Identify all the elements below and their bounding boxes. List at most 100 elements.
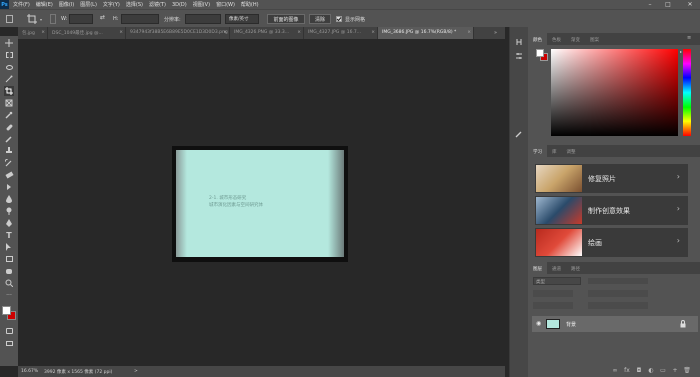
magic-wand-icon[interactable]: [4, 74, 14, 84]
tab-document-3[interactable]: 9347943f38B5E6B89E5D0CE1D3D0D3.png ×: [126, 27, 230, 39]
chevron-down-icon[interactable]: ▾: [40, 17, 42, 22]
more-tools-icon[interactable]: ···: [4, 290, 14, 300]
tab-color[interactable]: 颜色: [528, 33, 547, 45]
tab-learn[interactable]: 学习: [528, 145, 547, 157]
hue-slider[interactable]: [683, 49, 691, 136]
tab-layers[interactable]: 图层: [528, 262, 547, 274]
menu-select[interactable]: 选择(S): [126, 1, 143, 8]
layer-filter-select[interactable]: 类型: [533, 277, 581, 285]
menu-window[interactable]: 窗口(W): [216, 1, 235, 8]
learn-card-fix-photo[interactable]: 修复照片 ›: [535, 164, 688, 193]
resolution-input[interactable]: [185, 14, 221, 24]
menu-3d[interactable]: 3D(D): [172, 2, 187, 8]
unit-select[interactable]: 像素/英寸: [225, 14, 259, 24]
tab-patterns[interactable]: 图案: [585, 33, 604, 45]
zoom-icon[interactable]: [4, 278, 14, 288]
learn-card-painting[interactable]: 绘画 ›: [535, 228, 688, 257]
color-picker-field[interactable]: [551, 49, 678, 136]
lock-options[interactable]: [533, 302, 573, 309]
tab-libraries[interactable]: 库: [547, 145, 562, 157]
pen-icon[interactable]: [4, 218, 14, 228]
menu-filter[interactable]: 滤镜(T): [149, 1, 166, 8]
width-input[interactable]: [69, 14, 93, 24]
healing-brush-icon[interactable]: [4, 122, 14, 132]
clone-stamp-icon[interactable]: [4, 146, 14, 156]
link-layers-icon[interactable]: ∞: [611, 366, 619, 374]
close-icon[interactable]: ×: [41, 30, 45, 35]
status-menu-arrow[interactable]: >: [134, 369, 138, 374]
hand-icon[interactable]: [4, 266, 14, 276]
layer-style-icon[interactable]: fx: [623, 366, 631, 374]
dodge-icon[interactable]: [4, 206, 14, 216]
foreground-color-swatch[interactable]: [536, 49, 544, 57]
quick-mask-icon[interactable]: [4, 326, 14, 336]
layer-name[interactable]: 背景: [566, 321, 576, 328]
tab-adjustments[interactable]: 调整: [562, 145, 581, 157]
menu-type[interactable]: 文字(Y): [103, 1, 120, 8]
close-icon[interactable]: ×: [467, 30, 471, 35]
eraser-icon[interactable]: [4, 170, 14, 180]
height-input[interactable]: [121, 14, 159, 24]
menu-file[interactable]: 文件(F): [13, 1, 30, 8]
rectangle-icon[interactable]: [4, 254, 14, 264]
gradient-icon[interactable]: [4, 182, 14, 192]
screen-mode-icon[interactable]: [4, 338, 14, 348]
panel-menu-icon[interactable]: ≡: [687, 35, 691, 41]
minimize-icon[interactable]: –: [643, 0, 657, 9]
menu-image[interactable]: 图像(I): [59, 1, 74, 8]
swap-icon[interactable]: ⇄: [100, 14, 105, 21]
tab-document-1[interactable]: 包.jpg ×: [18, 27, 48, 39]
learn-card-creative-effects[interactable]: 制作创意效果 ›: [535, 196, 688, 225]
home-icon[interactable]: [6, 15, 13, 23]
zoom-level[interactable]: 16.67%: [21, 369, 38, 374]
menu-layer[interactable]: 图层(L): [80, 1, 97, 8]
foreground-color-swatch[interactable]: [2, 306, 11, 315]
document-image[interactable]: 2-1. 城市形态研究 城市演化因素与空间研究体: [176, 150, 344, 257]
eyedropper-icon[interactable]: [4, 110, 14, 120]
brush-settings-icon[interactable]: [514, 129, 524, 139]
hue-slider-handle[interactable]: ▸: [680, 49, 682, 54]
tab-document-4[interactable]: IMG_4326.PNG @ 33.3... ×: [230, 27, 304, 39]
tab-document-active[interactable]: IMG_3686.JPG @ 16.7%(RGB/8) * ×: [378, 27, 474, 39]
new-layer-icon[interactable]: +: [671, 366, 679, 374]
blur-icon[interactable]: [4, 194, 14, 204]
tab-channels[interactable]: 通道: [547, 262, 566, 274]
menu-view[interactable]: 视图(V): [193, 1, 210, 8]
crop-tool-preset-icon[interactable]: [27, 14, 37, 24]
menu-help[interactable]: 帮助(H): [241, 1, 259, 8]
history-brush-icon[interactable]: [4, 158, 14, 168]
path-select-icon[interactable]: [4, 242, 14, 252]
ratio-select[interactable]: [50, 14, 56, 24]
eye-icon[interactable]: ◉: [536, 320, 541, 327]
brush-icon[interactable]: [4, 134, 14, 144]
front-image-button[interactable]: 前面的图像: [267, 14, 305, 24]
tab-paths[interactable]: 路径: [566, 262, 585, 274]
history-icon[interactable]: [514, 37, 524, 47]
delete-layer-icon[interactable]: 🗑: [683, 366, 691, 374]
show-grid-checkbox[interactable]: [336, 16, 342, 22]
type-icon[interactable]: T: [4, 230, 14, 240]
adjustment-layer-icon[interactable]: ◐: [647, 366, 655, 374]
tab-document-2[interactable]: DSC_1049最佳.jpg @... ×: [48, 27, 126, 39]
move-icon[interactable]: [4, 38, 14, 48]
tab-gradients[interactable]: 渐变: [566, 33, 585, 45]
layer-row-background[interactable]: ◉ 背景: [532, 316, 698, 332]
tab-document-5[interactable]: IMG_4327.JPG @ 16.7... ×: [304, 27, 378, 39]
tabs-overflow-icon[interactable]: »: [494, 30, 497, 36]
tab-swatches[interactable]: 色板: [547, 33, 566, 45]
marquee-icon[interactable]: [4, 50, 14, 60]
new-group-icon[interactable]: ▭: [659, 366, 667, 374]
close-icon[interactable]: ×: [371, 30, 375, 35]
clear-button[interactable]: 清除: [309, 14, 331, 24]
lasso-icon[interactable]: [4, 62, 14, 72]
close-icon[interactable]: ×: [223, 30, 227, 35]
opacity-field[interactable]: [588, 290, 648, 297]
crop-icon[interactable]: [4, 86, 14, 96]
close-icon[interactable]: ✕: [683, 0, 697, 9]
frame-icon[interactable]: [4, 98, 14, 108]
maximize-icon[interactable]: □: [661, 0, 675, 9]
add-mask-icon[interactable]: ◘: [635, 366, 643, 374]
blend-mode-select[interactable]: [533, 290, 573, 297]
close-icon[interactable]: ×: [119, 30, 123, 35]
menu-edit[interactable]: 编辑(E): [36, 1, 53, 8]
